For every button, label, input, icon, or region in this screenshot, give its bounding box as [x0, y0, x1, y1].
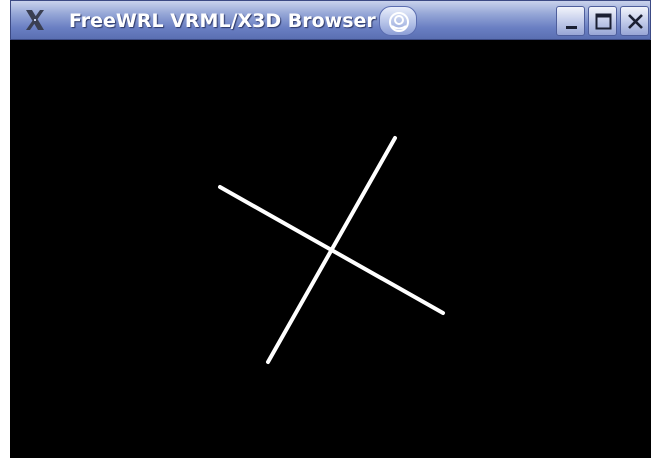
close-button[interactable]	[620, 6, 649, 36]
scene-canvas[interactable]	[10, 40, 651, 458]
maximize-icon	[595, 13, 612, 30]
window-title: FreeWRL VRML/X3D Browser	[69, 10, 376, 32]
maximize-button[interactable]	[588, 6, 617, 36]
freewrl-window: FreeWRL VRML/X3D Browser	[10, 0, 651, 464]
title-bar[interactable]: FreeWRL VRML/X3D Browser	[10, 0, 651, 40]
shade-button[interactable]	[379, 6, 417, 36]
window-bottom-border	[10, 458, 651, 464]
close-icon	[628, 14, 643, 29]
vrml-viewport[interactable]	[10, 40, 651, 458]
minimize-button[interactable]	[556, 6, 585, 36]
minimize-icon	[566, 26, 577, 29]
desktop-edge	[0, 0, 10, 464]
x-logo-icon[interactable]	[23, 8, 47, 32]
shade-swirl-icon	[389, 12, 409, 32]
cross-line-b	[218, 185, 445, 315]
